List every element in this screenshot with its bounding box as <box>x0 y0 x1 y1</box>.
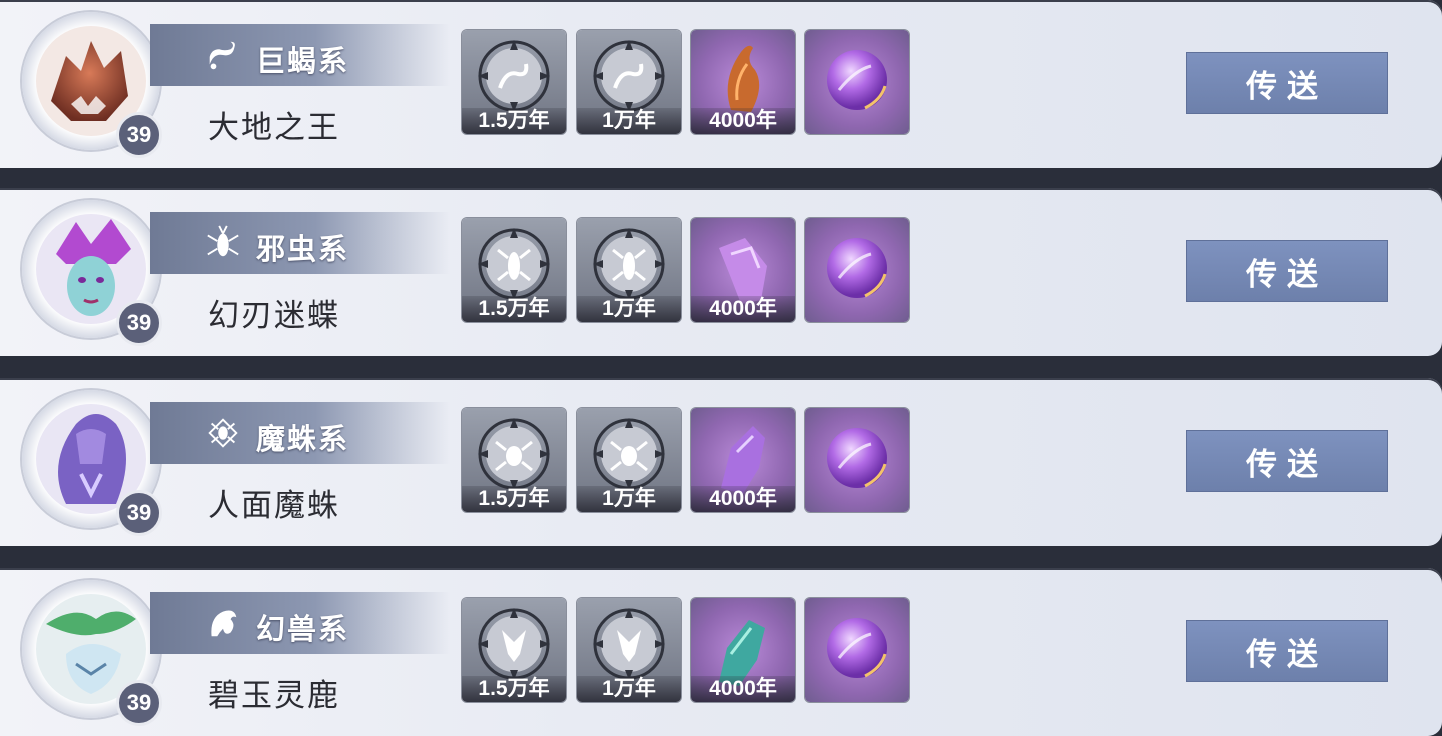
age-label: 1万年 <box>577 486 681 512</box>
beast-name: 大地之王 <box>208 110 340 145</box>
age-label: 1万年 <box>577 296 681 322</box>
purple-orb-icon <box>827 618 887 678</box>
beast-avatar: 39 <box>22 390 162 536</box>
level-badge: 39 <box>116 680 162 726</box>
soul-bone-slot[interactable]: 1.5万年 <box>462 408 566 512</box>
beast-type-label: 魔蛛系 <box>256 424 350 456</box>
soul-bone-slot[interactable]: 4000年 <box>691 598 795 702</box>
age-label: 1万年 <box>577 676 681 702</box>
age-label: 4000年 <box>691 108 795 134</box>
purple-orb-icon <box>827 428 887 488</box>
soul-bone-slot[interactable]: 1万年 <box>577 218 681 322</box>
soul-bone-slot[interactable]: 1.5万年 <box>462 598 566 702</box>
beast-type-banner: 魔蛛系 <box>150 402 450 464</box>
soul-bone-slot[interactable]: 1万年 <box>577 598 681 702</box>
level-badge: 39 <box>116 112 162 158</box>
age-label: 4000年 <box>691 676 795 702</box>
beast-type-banner: 邪虫系 <box>150 212 450 274</box>
beast-avatar: 39 <box>22 200 162 346</box>
soul-bone-slot[interactable]: 1.5万年 <box>462 218 566 322</box>
soul-orb-slot[interactable] <box>805 30 909 134</box>
age-label: 4000年 <box>691 296 795 322</box>
soul-bone-slot[interactable]: 4000年 <box>691 218 795 322</box>
soul-bone-slot[interactable]: 4000年 <box>691 30 795 134</box>
beast-type-banner: 巨蝎系 <box>150 24 450 86</box>
beast-avatar: 39 <box>22 580 162 726</box>
soul-bone-slot[interactable]: 4000年 <box>691 408 795 512</box>
level-badge: 39 <box>116 300 162 346</box>
age-label: 1.5万年 <box>462 486 566 512</box>
soul-orb-slot[interactable] <box>805 218 909 322</box>
age-label: 1万年 <box>577 108 681 134</box>
scorpion-icon <box>209 41 235 70</box>
purple-orb-icon <box>827 50 887 110</box>
soul-bone-slot[interactable]: 1万年 <box>577 408 681 512</box>
age-label: 1.5万年 <box>462 676 566 702</box>
age-label: 1.5万年 <box>462 296 566 322</box>
purple-orb-icon <box>827 238 887 298</box>
beast-row: 39 魔蛛系 人面魔蛛 1.5万年 1万年 4000年 传送 <box>0 378 1442 546</box>
soul-bone-slot[interactable]: 1万年 <box>577 30 681 134</box>
bug-icon <box>207 225 239 257</box>
beast-row: 39 巨蝎系 大地之王 1.5万年 1万年 4000年 传送 <box>0 0 1442 168</box>
beast-avatar: 39 <box>22 12 162 158</box>
beast-name: 碧玉灵鹿 <box>208 678 340 713</box>
beast-row: 39 邪虫系 幻刃迷蝶 1.5万年 1万年 4000年 传送 <box>0 188 1442 356</box>
soul-orb-slot[interactable] <box>805 408 909 512</box>
beast-type-label: 巨蝎系 <box>256 46 350 78</box>
age-label: 4000年 <box>691 486 795 512</box>
teleport-button[interactable]: 传送 <box>1186 430 1388 492</box>
beast-row: 39 幻兽系 碧玉灵鹿 1.5万年 1万年 4000年 传送 <box>0 568 1442 736</box>
age-label: 1.5万年 <box>462 108 566 134</box>
teleport-button[interactable]: 传送 <box>1186 52 1388 114</box>
level-badge: 39 <box>116 490 162 536</box>
spider-icon <box>208 418 238 448</box>
beast-icon <box>211 610 237 637</box>
soul-bone-slot[interactable]: 1.5万年 <box>462 30 566 134</box>
beast-name: 人面魔蛛 <box>208 488 340 523</box>
beast-type-label: 幻兽系 <box>256 614 350 646</box>
beast-type-banner: 幻兽系 <box>150 592 450 654</box>
teleport-button[interactable]: 传送 <box>1186 620 1388 682</box>
beast-type-label: 邪虫系 <box>256 234 350 266</box>
soul-orb-slot[interactable] <box>805 598 909 702</box>
teleport-button[interactable]: 传送 <box>1186 240 1388 302</box>
beast-name: 幻刃迷蝶 <box>208 298 340 333</box>
